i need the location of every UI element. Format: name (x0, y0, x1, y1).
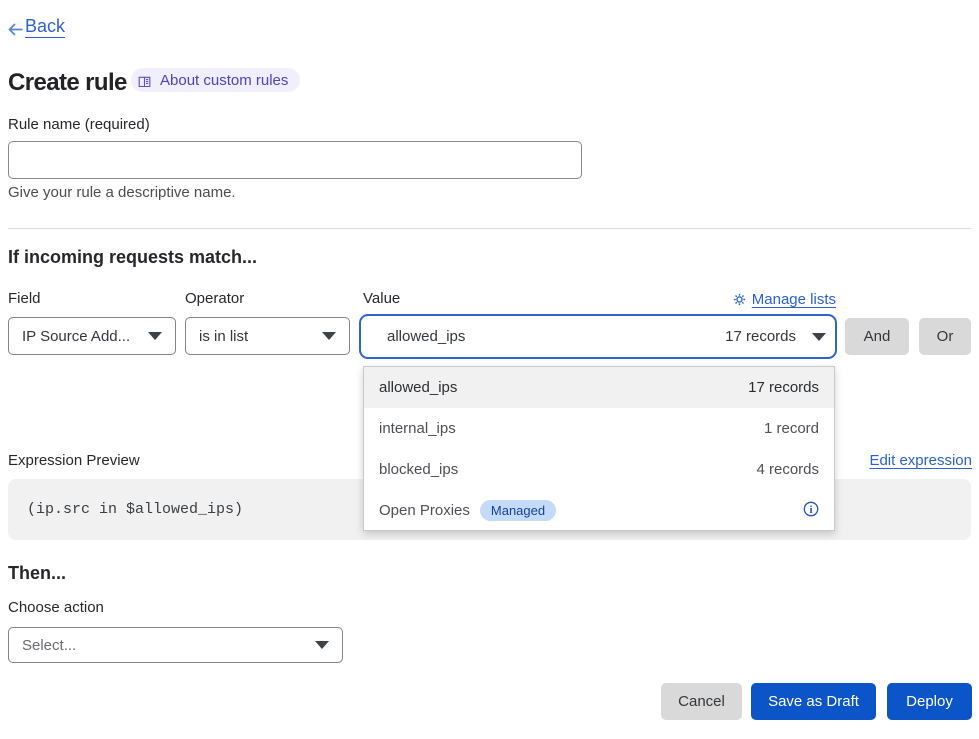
svg-text:i: i (809, 503, 812, 515)
